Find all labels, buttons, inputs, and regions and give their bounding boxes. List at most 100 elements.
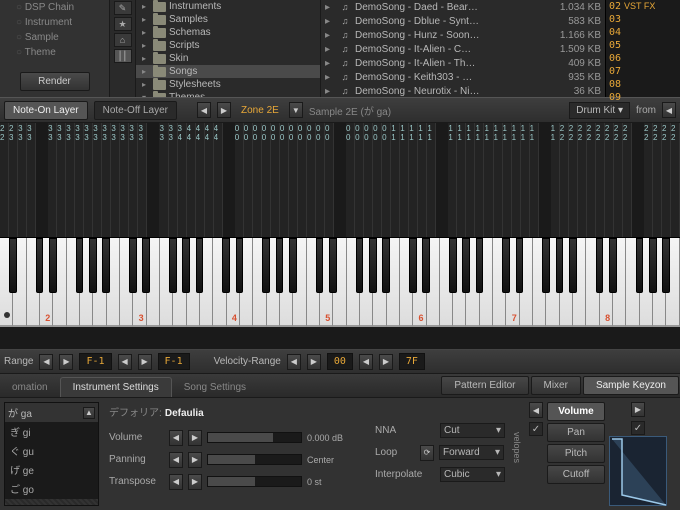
keyzone-cell[interactable]: 11 — [521, 123, 530, 237]
tab-mixer[interactable]: Mixer — [531, 376, 581, 395]
keyzone-cell[interactable]: 00 — [235, 123, 244, 237]
env-tab-volume[interactable]: Volume — [547, 402, 605, 421]
env-enable-check[interactable]: ✓ — [529, 422, 543, 436]
black-key[interactable] — [76, 238, 83, 293]
loop-mode-icon[interactable]: ⟳ — [420, 445, 434, 461]
zone-prev[interactable]: ◀ — [197, 102, 211, 118]
tab-note-off-layer[interactable]: Note-Off Layer — [94, 101, 177, 120]
keyzone-cell[interactable]: 11 — [503, 123, 512, 237]
black-key[interactable] — [542, 238, 549, 293]
file-row[interactable]: ▸♫DemoSong - Keith303 - …935 KB — [321, 70, 605, 84]
black-key[interactable] — [169, 238, 176, 293]
keyzone-cell[interactable]: 00 — [298, 123, 307, 237]
black-key[interactable] — [36, 238, 43, 293]
sample-list-item[interactable]: ぐ gu — [5, 441, 98, 460]
vel-lo-prev[interactable]: ◀ — [287, 354, 301, 370]
black-key[interactable] — [462, 238, 469, 293]
keyzone-cell[interactable]: 22 — [653, 123, 662, 237]
keyzone-cell[interactable]: 22 — [0, 123, 9, 237]
tab-note-on-layer[interactable]: Note-On Layer — [4, 101, 88, 120]
keyzone-cell[interactable]: 11 — [400, 123, 409, 237]
instrument-slot[interactable]: 02VST FX — [606, 0, 680, 13]
category-item[interactable]: DSP Chain — [6, 0, 103, 15]
keyzone-cell[interactable]: 33 — [102, 123, 111, 237]
file-row[interactable]: ▸♫DemoSong - Neurotix - Ni…36 KB — [321, 84, 605, 97]
zone-dropdown[interactable]: ▼ — [289, 102, 303, 118]
tool-home-icon[interactable]: ⌂ — [114, 33, 132, 47]
black-key[interactable] — [236, 238, 243, 293]
black-key[interactable] — [609, 238, 616, 293]
file-row[interactable]: ▸♫DemoSong - Hunz - Soon…1.166 KB — [321, 28, 605, 42]
keyzone-cell[interactable]: 44 — [214, 123, 223, 237]
tree-folder[interactable]: ▸Songs — [136, 65, 320, 78]
range-lo-prev[interactable]: ◀ — [39, 354, 53, 370]
volume-slider[interactable] — [207, 432, 302, 443]
keyzone-cell[interactable]: 33 — [84, 123, 93, 237]
keyzone-cell[interactable]: 33 — [159, 123, 168, 237]
vel-hi-prev[interactable]: ◀ — [359, 354, 373, 370]
category-item[interactable]: Instrument — [6, 15, 103, 30]
range-hi-next[interactable]: ▶ — [138, 354, 152, 370]
keyzone-cell[interactable]: 11 — [530, 123, 539, 237]
keyzone-cell[interactable]: 22 — [587, 123, 596, 237]
env-prev[interactable]: ◀ — [529, 402, 543, 418]
keyzone-cell[interactable]: 00 — [346, 123, 355, 237]
black-key[interactable] — [382, 238, 389, 293]
category-item[interactable]: Sample — [6, 30, 103, 45]
keyzone-cell[interactable]: 11 — [475, 123, 484, 237]
black-key[interactable] — [636, 238, 643, 293]
tree-folder[interactable]: ▸Scripts — [136, 39, 320, 52]
keyzone-cell[interactable]: 11 — [391, 123, 400, 237]
keyzone-cell[interactable]: 33 — [111, 123, 120, 237]
env-tab-pan[interactable]: Pan — [547, 423, 605, 442]
tree-folder[interactable]: ▸Stylesheets — [136, 78, 320, 91]
black-key[interactable] — [262, 238, 269, 293]
keyzone-cell[interactable]: 22 — [623, 123, 632, 237]
transpose-slider[interactable] — [207, 476, 302, 487]
keyzone-cell[interactable]: 11 — [427, 123, 436, 237]
keyzone-cell[interactable]: 22 — [569, 123, 578, 237]
black-key[interactable] — [369, 238, 376, 293]
black-key[interactable] — [316, 238, 323, 293]
range-lo-value[interactable]: F-1 — [79, 353, 111, 370]
keyzone-cell[interactable]: 33 — [169, 123, 178, 237]
file-row[interactable]: ▸♫DemoSong - It-Alien - Th…409 KB — [321, 56, 605, 70]
keyzone-cell[interactable]: 00 — [244, 123, 253, 237]
keyzone-cell[interactable]: 34 — [178, 123, 187, 237]
keyzone-cell[interactable]: 11 — [512, 123, 521, 237]
keyzone-cell[interactable]: 22 — [560, 123, 569, 237]
keyzone-cell[interactable]: 00 — [364, 123, 373, 237]
env-next[interactable]: ▶ — [631, 402, 645, 417]
keyzone-cell[interactable]: 33 — [75, 123, 84, 237]
black-key[interactable] — [49, 238, 56, 293]
range-hi-prev[interactable]: ◀ — [118, 354, 132, 370]
keyzone-cell[interactable]: 22 — [596, 123, 605, 237]
keyzone-cell[interactable]: 33 — [138, 123, 147, 237]
black-key[interactable] — [596, 238, 603, 293]
black-key[interactable] — [222, 238, 229, 293]
vel-lo-value[interactable]: 00 — [327, 353, 353, 370]
tree-folder[interactable]: ▾Themes — [136, 91, 320, 97]
sample-list-item[interactable]: ご go — [5, 479, 98, 498]
keyzone-cell[interactable]: 33 — [66, 123, 75, 237]
env-enable-check-2[interactable]: ✓ — [631, 421, 645, 435]
keyzone-cell[interactable]: 11 — [418, 123, 427, 237]
black-key[interactable] — [89, 238, 96, 293]
transpose-prev[interactable]: ◀ — [169, 474, 183, 490]
black-key[interactable] — [409, 238, 416, 293]
keyzone-cell[interactable]: 00 — [325, 123, 334, 237]
black-key[interactable] — [516, 238, 523, 293]
black-key[interactable] — [129, 238, 136, 293]
sample-list-item[interactable]: げ ge — [5, 460, 98, 479]
volume-next[interactable]: ▶ — [188, 430, 202, 446]
keyzone-cell[interactable]: 33 — [129, 123, 138, 237]
keyzone-cell[interactable]: 11 — [448, 123, 457, 237]
keyzone-cell[interactable]: 33 — [120, 123, 129, 237]
black-key[interactable] — [556, 238, 563, 293]
keyzone-cell[interactable]: 11 — [466, 123, 475, 237]
black-key[interactable] — [502, 238, 509, 293]
keyzone-cell[interactable]: 00 — [271, 123, 280, 237]
list-resize-handle[interactable] — [5, 499, 98, 505]
tab-automation[interactable]: omation — [0, 378, 60, 397]
black-key[interactable] — [329, 238, 336, 293]
